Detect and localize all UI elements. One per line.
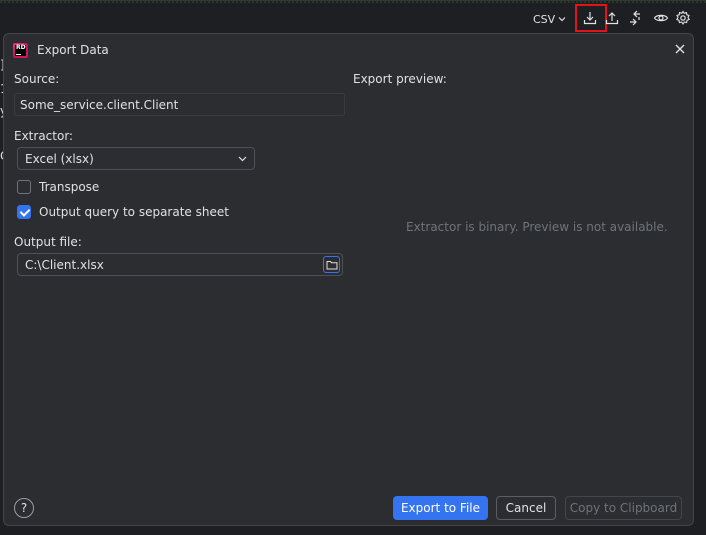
separate-sheet-label: Output query to separate sheet: [39, 205, 229, 219]
extractor-select[interactable]: Excel (xlsx): [17, 147, 255, 170]
logo-text: RD: [16, 43, 26, 51]
editor-toolbar: CSV: [0, 0, 706, 34]
settings-button[interactable]: [672, 7, 694, 29]
separate-sheet-checkbox[interactable]: [17, 205, 31, 219]
cancel-button[interactable]: Cancel: [496, 496, 556, 520]
output-file-value: C:\Client.xlsx: [25, 258, 104, 272]
transpose-label: Transpose: [39, 180, 100, 194]
eye-icon: [653, 14, 669, 22]
source-field: Some_service.client.Client: [14, 93, 345, 116]
compare-icon: [630, 10, 640, 26]
export-to-file-button[interactable]: Export to File: [393, 496, 488, 520]
help-button[interactable]: ?: [14, 498, 34, 518]
source-label: Source:: [14, 72, 60, 86]
format-select[interactable]: CSV: [533, 10, 566, 28]
view-button[interactable]: [650, 7, 672, 29]
compare-button[interactable]: [624, 7, 646, 29]
extractor-value: Excel (xlsx): [25, 151, 94, 166]
export-preview-label: Export preview:: [353, 72, 447, 86]
folder-icon: [326, 260, 337, 269]
separate-sheet-checkbox-row[interactable]: Output query to separate sheet: [17, 205, 229, 219]
upload-button[interactable]: [601, 7, 623, 29]
output-file-field[interactable]: C:\Client.xlsx: [17, 253, 343, 276]
dialog-title: Export Data: [37, 43, 109, 57]
toolbar-border: [0, 1, 706, 3]
chevron-down-icon: [238, 156, 247, 162]
transpose-checkbox[interactable]: [17, 180, 31, 194]
rider-logo-icon: RD: [13, 42, 28, 58]
upload-icon: [605, 12, 619, 25]
export-data-dialog: RD Export Data Source: Some_service.clie…: [3, 33, 694, 526]
output-file-label: Output file:: [14, 235, 82, 249]
chevron-down-icon: [558, 17, 566, 22]
gear-icon: [675, 10, 691, 26]
format-select-label: CSV: [533, 12, 556, 26]
preview-message: Extractor is binary. Preview is not avai…: [406, 220, 668, 234]
copy-to-clipboard-button[interactable]: Copy to Clipboard: [565, 496, 682, 520]
close-icon[interactable]: [673, 42, 687, 56]
browse-folder-button[interactable]: [323, 256, 340, 273]
transpose-checkbox-row[interactable]: Transpose: [17, 180, 99, 194]
extractor-label: Extractor:: [14, 129, 74, 143]
dialog-title-bar: RD Export Data: [13, 41, 109, 59]
